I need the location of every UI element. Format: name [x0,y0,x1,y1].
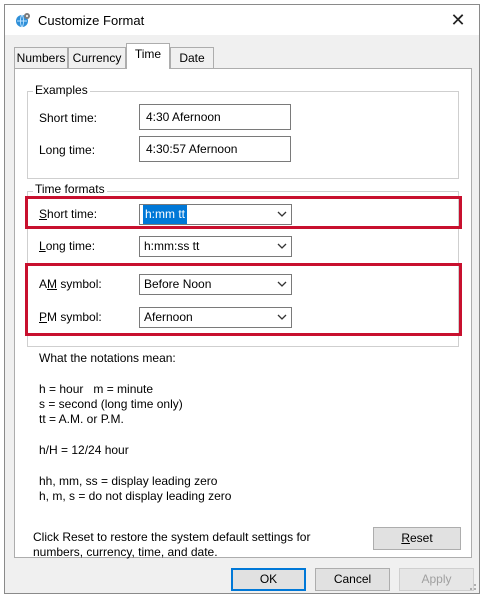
close-button[interactable]: ✕ [447,9,469,31]
tab-label: Currency [72,51,122,65]
reset-description-line2: numbers, currency, time, and date. [33,545,218,559]
example-long-time-label: Long time: [39,143,96,157]
notations-heading: What the notations mean: [39,351,176,365]
tab-time[interactable]: Time [126,43,170,69]
long-time-combobox[interactable]: h:mm:ss tt [139,236,292,257]
example-long-time-field: 4:30:57 Afernoon [139,136,291,162]
tab-date[interactable]: Date [170,47,214,68]
notation-line: h, m, s = do not display leading zero [39,489,232,503]
long-time-value: h:mm:ss tt [144,239,200,253]
time-tab-panel: Examples Short time: 4:30 Afernoon Long … [14,68,472,559]
cancel-button[interactable]: Cancel [315,568,390,591]
reset-button[interactable]: Reset [373,527,461,550]
notation-line: h = hour m = minute [39,382,154,396]
am-pm-highlight [25,263,462,336]
tab-currency[interactable]: Currency [68,47,126,68]
notation-line: hh, mm, ss = display leading zero [39,474,218,488]
globe-gear-icon [16,13,30,28]
access-key: L [39,239,46,253]
title-bar: Customize Format ✕ [5,5,479,35]
short-time-highlight [25,196,462,229]
access-key: R [401,531,410,545]
notation-line: h/H = 12/24 hour [39,443,129,457]
example-short-time-label: Short time: [39,111,98,125]
tab-numbers[interactable]: Numbers [14,47,68,68]
dialog-title: Customize Format [38,13,145,28]
time-formats-group-label: Time formats [33,182,107,196]
examples-group-label: Examples [33,83,90,97]
tab-label: Date [179,51,205,65]
example-short-time-field: 4:30 Afernoon [139,104,291,130]
tab-label: Numbers [16,51,66,65]
chevron-down-icon [277,243,287,249]
ok-button[interactable]: OK [231,568,306,591]
button-label: eset [409,531,433,545]
reset-description-line1: Click Reset to restore the system defaul… [33,530,311,544]
tab-label: Time [134,47,162,61]
apply-button[interactable]: Apply [399,568,474,591]
customize-format-dialog: Customize Format ✕ Numbers Currency Time… [4,4,480,594]
notation-line: s = second (long time only) [39,397,183,411]
long-time-label: Long time: [39,239,95,253]
close-icon: ✕ [450,9,466,30]
notation-line: tt = A.M. or P.M. [39,412,124,426]
resize-grip-icon[interactable] [467,581,477,591]
label-text: ong time: [45,239,96,253]
